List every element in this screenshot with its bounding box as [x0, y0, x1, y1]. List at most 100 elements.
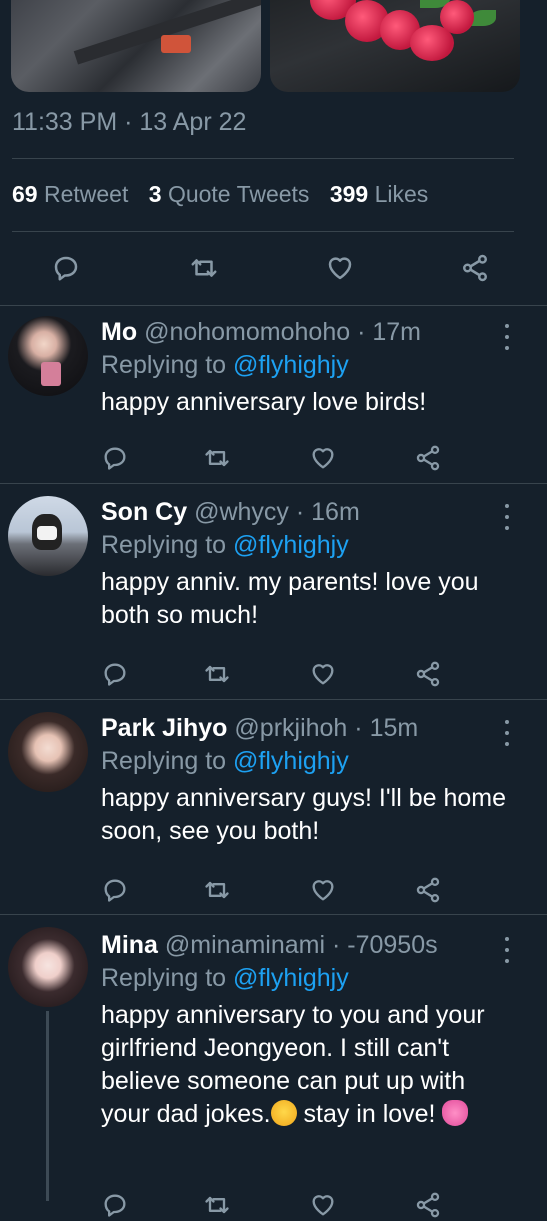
quotes-count: 3 [148, 181, 162, 207]
reply-action-bar [101, 876, 451, 906]
divider [12, 231, 514, 232]
more-button[interactable] [503, 720, 511, 746]
display-name[interactable]: Mina [101, 931, 158, 959]
media-image-roses[interactable] [270, 0, 520, 92]
username[interactable]: @whycy [194, 498, 289, 526]
reply-header: Son Cy @whycy · 16m [101, 496, 511, 528]
reply-tweet[interactable]: Mina @minaminami · -70950s Replying to @… [0, 915, 547, 1218]
avatar[interactable] [8, 316, 88, 396]
reply-icon[interactable] [101, 876, 129, 904]
reply-header: Park Jihyo @prkjihoh · 15m [101, 712, 511, 744]
seatbelt-strap [73, 0, 261, 65]
reply-icon[interactable] [101, 660, 129, 688]
more-button[interactable] [503, 324, 511, 350]
avatar[interactable] [8, 496, 88, 576]
retweet-icon[interactable] [203, 1191, 231, 1219]
replying-to: Replying to @flyhighjy [101, 961, 511, 995]
mention-link[interactable]: @flyhighjy [233, 351, 349, 379]
heart-icon [328, 257, 352, 280]
heart-icon[interactable] [309, 1191, 337, 1219]
hand-over-mouth-emoji-icon [270, 1100, 297, 1126]
display-name[interactable]: Son Cy [101, 498, 187, 526]
more-button[interactable] [503, 504, 511, 530]
retweet-icon [191, 259, 217, 277]
reply-icon[interactable] [101, 444, 129, 472]
tweet-media[interactable] [0, 0, 547, 100]
more-vertical-icon [505, 504, 509, 508]
replying-label: Replying to [101, 747, 227, 775]
replying-to: Replying to @flyhighjy [101, 348, 511, 382]
replying-to: Replying to @flyhighjy [101, 528, 511, 562]
retweet-button[interactable] [184, 248, 224, 288]
reply-action-bar [101, 444, 451, 474]
like-button[interactable] [320, 248, 360, 288]
rose [440, 0, 474, 34]
share-icon[interactable] [414, 876, 442, 904]
retweets-count: 69 [12, 181, 38, 207]
retweet-icon[interactable] [203, 876, 231, 904]
reply-time: · 17m [357, 318, 421, 346]
reply-time: · 15m [354, 714, 419, 742]
share-icon [463, 254, 487, 282]
retweets-label: Retweet [43, 181, 129, 207]
tweet-timestamp: 11:33 PM · 13 Apr 22 [12, 108, 247, 136]
retweet-icon[interactable] [203, 660, 231, 688]
heart-icon[interactable] [309, 444, 337, 472]
reply-tweet[interactable]: Son Cy @whycy · 16m Replying to @flyhigh… [0, 484, 547, 699]
heart-icon[interactable] [309, 876, 337, 904]
reply-button[interactable] [46, 248, 86, 288]
avatar-mask [37, 526, 57, 540]
reply-tweet[interactable]: Park Jihyo @prkjihoh · 15m Replying to @… [0, 700, 547, 913]
reply-header: Mina @minaminami · -70950s [101, 929, 511, 961]
username[interactable]: @nohomomohoho [144, 318, 350, 346]
quotes-stat[interactable]: 3 Quote Tweets [149, 181, 310, 207]
replying-to: Replying to @flyhighjy [101, 744, 511, 778]
display-name[interactable]: Mo [101, 318, 137, 346]
username[interactable]: @prkjihoh [234, 714, 347, 742]
tweet-action-bar [0, 248, 547, 288]
reply-action-bar [101, 660, 451, 690]
reply-text-part: stay in love! [296, 1100, 443, 1128]
share-button[interactable] [455, 248, 495, 288]
reply-action-bar [101, 1191, 451, 1221]
reply-text: happy anniversary love birds! [101, 388, 427, 416]
avatar[interactable] [8, 712, 88, 792]
retweets-stat[interactable]: 69 Retweet [12, 181, 128, 207]
likes-stat[interactable]: 399 Likes [330, 181, 428, 207]
more-vertical-icon [505, 937, 509, 941]
mention-link[interactable]: @flyhighjy [233, 531, 349, 559]
thread-line [46, 1011, 49, 1201]
replying-label: Replying to [101, 351, 227, 379]
seatbelt-buckle [161, 35, 191, 53]
reply-text: happy anniversary guys! I'll be home soo… [101, 784, 506, 845]
display-name[interactable]: Park Jihyo [101, 714, 227, 742]
reply-header: Mo @nohomomohoho · 17m [101, 316, 511, 348]
sparkling-heart-emoji-icon [442, 1100, 469, 1126]
media-image-car-seat[interactable] [11, 0, 261, 92]
more-button[interactable] [503, 937, 511, 963]
divider [12, 158, 514, 159]
quotes-label: Quote Tweets [167, 181, 310, 207]
likes-label: Likes [374, 181, 429, 207]
more-vertical-icon [505, 324, 509, 328]
mention-link[interactable]: @flyhighjy [233, 964, 349, 992]
mention-link[interactable]: @flyhighjy [233, 747, 349, 775]
username[interactable]: @minaminami [165, 931, 325, 959]
avatar-phone [41, 362, 61, 386]
reply-icon[interactable] [101, 1191, 129, 1219]
heart-icon[interactable] [309, 660, 337, 688]
avatar[interactable] [8, 927, 88, 1007]
share-icon[interactable] [414, 1191, 442, 1219]
reply-time: · -70950s [332, 931, 438, 959]
reply-text: happy anniv. my parents! love you both s… [101, 568, 479, 629]
tweet-stats: 69 Retweet 3 Quote Tweets 399 Likes [12, 181, 428, 208]
reply-text: happy anniversary to you and your girlfr… [101, 999, 511, 1131]
share-icon[interactable] [414, 444, 442, 472]
replying-label: Replying to [101, 531, 227, 559]
retweet-icon[interactable] [203, 444, 231, 472]
reply-icon [54, 256, 78, 281]
share-icon[interactable] [414, 660, 442, 688]
reply-time: · 16m [295, 498, 360, 526]
more-vertical-icon [505, 720, 509, 724]
reply-tweet[interactable]: Mo @nohomomohoho · 17m Replying to @flyh… [0, 306, 547, 481]
